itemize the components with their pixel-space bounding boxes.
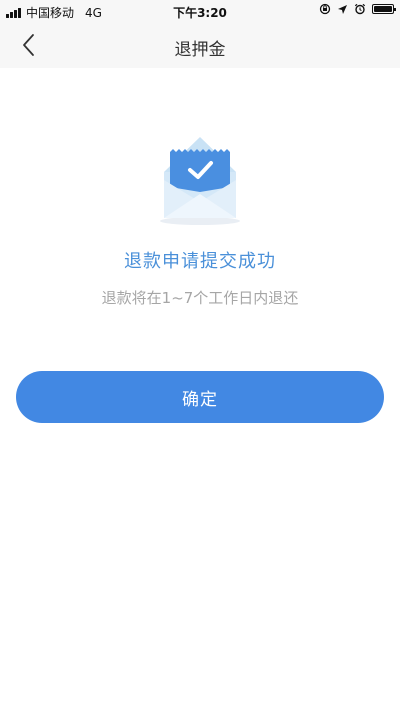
alarm-icon: [354, 3, 366, 15]
envelope-check-icon: [160, 137, 240, 225]
screen: 中国移动 4G 下午3:20 退押金 退款申请提交成功 退款将在1~7个工作日内…: [0, 0, 400, 711]
rotation-lock-icon: [319, 3, 331, 15]
status-right: [319, 3, 396, 15]
battery-icon: [372, 4, 396, 14]
success-subtitle: 退款将在1~7个工作日内退还: [101, 289, 299, 307]
success-title: 退款申请提交成功: [124, 251, 276, 272]
page-title: 退押金: [174, 40, 226, 60]
location-icon: [338, 4, 347, 14]
confirm-button[interactable]: 确定: [16, 371, 384, 423]
nav-bar: 退押金: [0, 22, 400, 68]
status-bar: 中国移动 4G 下午3:20: [0, 0, 400, 22]
